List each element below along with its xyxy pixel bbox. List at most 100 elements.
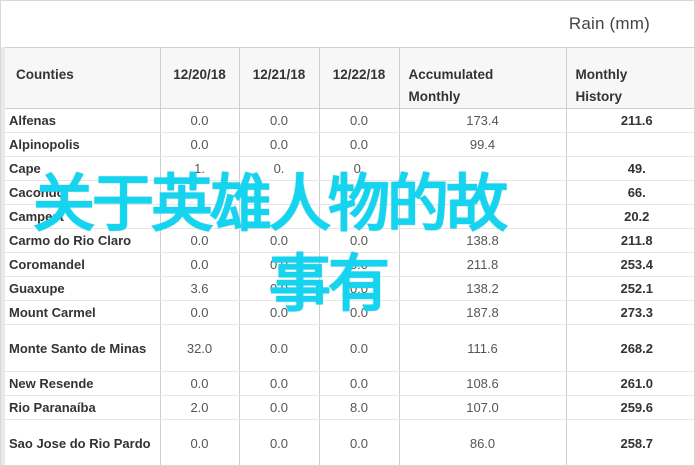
rain-12-22-cell: 8.0 bbox=[319, 395, 400, 420]
monthly-history-cell: 273.3 bbox=[566, 300, 694, 325]
rain-12-20-cell: 2.0 bbox=[160, 395, 240, 420]
table-body: Alfenas 0.0 0.0 0.0 173.4 211.6 Alpinopolis 0.0… bbox=[5, 108, 694, 465]
monthly-history-cell: 211.6 bbox=[566, 108, 694, 133]
monthly-history-cell: 268.2 bbox=[566, 324, 694, 372]
accumulated-monthly-cell: 111.6 bbox=[399, 324, 567, 372]
monthly-history-cell: 259.6 bbox=[566, 395, 694, 420]
county-cell: Rio Paranaíba bbox=[5, 395, 161, 420]
column-header-12-20-18[interactable]: 12/20/18 bbox=[160, 48, 240, 109]
rain-12-22-cell: 0. bbox=[319, 156, 400, 181]
county-cell: Carmo do Rio Claro bbox=[5, 228, 161, 253]
rain-12-22-cell: 0.0 bbox=[319, 276, 400, 301]
monthly-history-cell: 66. bbox=[566, 180, 694, 205]
county-cell: Alfenas bbox=[5, 108, 161, 133]
county-cell: Sao Jose do Rio Pardo bbox=[5, 419, 161, 465]
column-header-accumulated-monthly[interactable]: Accumulated Monthly bbox=[399, 48, 567, 109]
monthly-history-cell: 258.7 bbox=[566, 419, 694, 465]
monthly-history-cell: 252.1 bbox=[566, 276, 694, 301]
column-header-history-line2: History bbox=[575, 89, 623, 104]
accumulated-monthly-cell: 138.2 bbox=[399, 276, 567, 301]
rain-12-20-cell bbox=[160, 204, 240, 229]
rain-12-21-cell: 0.0 bbox=[239, 108, 320, 133]
rainfall-table: Counties 12/20/18 12/21/18 12/22/18 Accu… bbox=[5, 48, 694, 465]
county-cell: Monte Santo de Minas bbox=[5, 324, 161, 372]
monthly-history-cell: 49. bbox=[566, 156, 694, 181]
rain-12-21-cell bbox=[239, 180, 320, 205]
rain-12-21-cell: 0.0 bbox=[239, 395, 320, 420]
county-cell: Mount Carmel bbox=[5, 300, 161, 325]
county-cell: Campest bbox=[5, 204, 161, 229]
rain-12-20-cell: 0.0 bbox=[160, 300, 240, 325]
table-header-bar: Rain (mm) bbox=[1, 1, 694, 48]
rain-12-21-cell bbox=[239, 204, 320, 229]
rain-12-21-cell: 0.0 bbox=[239, 228, 320, 253]
table-row[interactable]: Mount Carmel 0.0 0.0 0.0 187.8 273.3 bbox=[5, 300, 694, 325]
accumulated-monthly-cell bbox=[399, 180, 567, 205]
county-cell: Guaxupe bbox=[5, 276, 161, 301]
table-row[interactable]: Guaxupe 3.6 0.0 0.0 138.2 252.1 bbox=[5, 276, 694, 301]
accumulated-monthly-cell: 107.0 bbox=[399, 395, 567, 420]
table-row[interactable]: New Resende 0.0 0.0 0.0 108.6 261.0 bbox=[5, 371, 694, 396]
rain-12-21-cell: 0.0 bbox=[239, 132, 320, 157]
rain-12-22-cell: 0.0 bbox=[319, 252, 400, 277]
county-cell: Alpinopolis bbox=[5, 132, 161, 157]
rain-12-20-cell: 0.0 bbox=[160, 132, 240, 157]
accumulated-monthly-cell: 211.8 bbox=[399, 252, 567, 277]
column-header-accumulated-line1: Accumulated bbox=[408, 67, 494, 82]
rain-12-22-cell bbox=[319, 180, 400, 205]
monthly-history-cell bbox=[566, 132, 694, 157]
accumulated-monthly-cell bbox=[399, 156, 567, 181]
column-header-12-21-18[interactable]: 12/21/18 bbox=[239, 48, 320, 109]
table-row[interactable]: Cacondo 66. bbox=[5, 180, 694, 205]
column-header-counties[interactable]: Counties bbox=[5, 48, 161, 109]
county-cell: Coromandel bbox=[5, 252, 161, 277]
table-row[interactable]: Monte Santo de Minas 32.0 0.0 0.0 111.6 268.2 bbox=[5, 324, 694, 372]
rain-12-20-cell: 0.0 bbox=[160, 371, 240, 396]
rain-12-20-cell: 0.0 bbox=[160, 228, 240, 253]
rain-12-21-cell: 0.0 bbox=[239, 324, 320, 372]
accumulated-monthly-cell: 187.8 bbox=[399, 300, 567, 325]
accumulated-monthly-cell bbox=[399, 204, 567, 229]
rain-12-20-cell: 0.0 bbox=[160, 419, 240, 465]
rain-12-21-cell: 0.0 bbox=[239, 371, 320, 396]
rain-12-20-cell: 3.6 bbox=[160, 276, 240, 301]
rain-12-22-cell: 0.0 bbox=[319, 228, 400, 253]
rain-12-21-cell: 0.0 bbox=[239, 252, 320, 277]
rain-12-22-cell: 0.0 bbox=[319, 419, 400, 465]
rain-12-20-cell bbox=[160, 180, 240, 205]
rain-12-22-cell: 0.0 bbox=[319, 371, 400, 396]
column-header-history-line1: Monthly bbox=[575, 67, 628, 82]
accumulated-monthly-cell: 173.4 bbox=[399, 108, 567, 133]
monthly-history-cell: 261.0 bbox=[566, 371, 694, 396]
rain-12-22-cell: 0.0 bbox=[319, 108, 400, 133]
column-header-12-22-18[interactable]: 12/22/18 bbox=[319, 48, 400, 109]
table-row[interactable]: Alpinopolis 0.0 0.0 0.0 99.4 bbox=[5, 132, 694, 157]
table-row[interactable]: Sao Jose do Rio Pardo 0.0 0.0 0.0 86.0 258.7 bbox=[5, 419, 694, 465]
rain-12-22-cell bbox=[319, 204, 400, 229]
column-header-accumulated-line2: Monthly bbox=[408, 89, 461, 104]
table-row[interactable]: Cape 1. 0. 0. 49. bbox=[5, 156, 694, 181]
table-row[interactable]: Rio Paranaíba 2.0 0.0 8.0 107.0 259.6 bbox=[5, 395, 694, 420]
monthly-history-cell: 20.2 bbox=[566, 204, 694, 229]
rain-12-20-cell: 1. bbox=[160, 156, 240, 181]
rain-12-20-cell: 32.0 bbox=[160, 324, 240, 372]
rain-12-22-cell: 0.0 bbox=[319, 324, 400, 372]
rain-12-20-cell: 0.0 bbox=[160, 108, 240, 133]
monthly-history-cell: 211.8 bbox=[566, 228, 694, 253]
monthly-history-cell: 253.4 bbox=[566, 252, 694, 277]
table-row[interactable]: Campest 20.2 bbox=[5, 204, 694, 229]
table-row[interactable]: Carmo do Rio Claro 0.0 0.0 0.0 138.8 211.8 bbox=[5, 228, 694, 253]
accumulated-monthly-cell: 99.4 bbox=[399, 132, 567, 157]
accumulated-monthly-cell: 138.8 bbox=[399, 228, 567, 253]
table-title: Rain (mm) bbox=[568, 14, 650, 33]
county-cell: New Resende bbox=[5, 371, 161, 396]
column-header-monthly-history[interactable]: Monthly History bbox=[566, 48, 694, 109]
rain-12-22-cell: 0.0 bbox=[319, 132, 400, 157]
table-header-row: Counties 12/20/18 12/21/18 12/22/18 Accu… bbox=[5, 48, 694, 109]
accumulated-monthly-cell: 108.6 bbox=[399, 371, 567, 396]
table-row[interactable]: Alfenas 0.0 0.0 0.0 173.4 211.6 bbox=[5, 108, 694, 133]
table-row[interactable]: Coromandel 0.0 0.0 0.0 211.8 253.4 bbox=[5, 252, 694, 277]
rain-12-21-cell: 0. bbox=[239, 156, 320, 181]
county-cell: Cape bbox=[5, 156, 161, 181]
rain-12-21-cell: 0.0 bbox=[239, 419, 320, 465]
